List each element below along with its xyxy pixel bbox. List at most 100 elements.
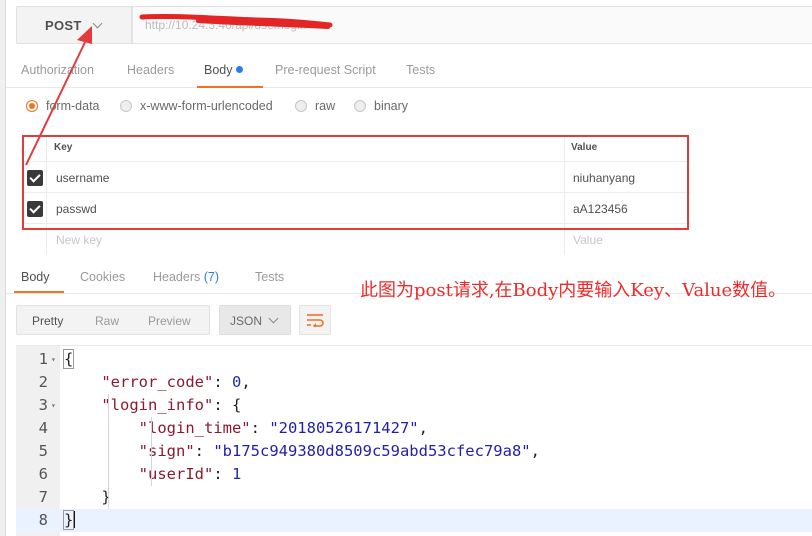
code-key: "sign": [138, 442, 195, 460]
fold-arrow-icon[interactable]: ▾: [51, 394, 56, 417]
view-preview-button[interactable]: Preview: [148, 314, 191, 328]
wrap-lines-icon: [307, 314, 324, 327]
response-tab-cookies[interactable]: Cookies: [80, 270, 125, 284]
new-key-input[interactable]: New key: [56, 233, 102, 247]
chevron-down-icon: [92, 18, 103, 28]
tab-tests[interactable]: Tests: [406, 63, 435, 77]
value-cell[interactable]: niuhanyang: [573, 171, 635, 185]
radio-off-icon: [120, 100, 132, 112]
key-cell[interactable]: username: [56, 171, 109, 185]
key-column-header: Key: [54, 142, 73, 153]
code-line-current: 8 }: [16, 509, 812, 532]
method-label: POST: [45, 17, 82, 33]
headers-count: (7): [203, 270, 220, 284]
indent-guide: [108, 394, 109, 509]
radio-on-icon: [26, 100, 38, 112]
radio-raw[interactable]: raw: [295, 99, 335, 113]
response-tab-body[interactable]: Body: [21, 270, 50, 284]
line-number: 2: [38, 373, 48, 391]
code-punct: {: [222, 396, 242, 414]
new-value-input[interactable]: Value: [573, 233, 603, 247]
table-header: Key Value: [22, 135, 690, 162]
params-table: Key Value username niuhanyang passwd aA1…: [22, 135, 690, 255]
format-label: JSON: [230, 314, 263, 328]
value-cell[interactable]: aA123456: [573, 202, 628, 216]
code-key: "userId": [138, 465, 214, 483]
response-tab-headers-label: Headers: [153, 270, 201, 284]
code-string: "20180526171427": [269, 419, 419, 437]
code-line: 6 "userId": 1: [16, 463, 812, 486]
request-tabs: Authorization Headers Body Pre-request S…: [6, 54, 812, 88]
code-text: "userId": 1: [138, 465, 242, 483]
code-punct: ,: [530, 442, 540, 460]
response-body-editor[interactable]: 1 ▾ { 2 "error_code": 0, 3 ▾ "login_info…: [16, 345, 812, 536]
code-number: 1: [231, 465, 242, 483]
table-row-new: New key Value: [22, 224, 690, 255]
code-brace: }: [101, 488, 111, 506]
radio-label: x-www-form-urlencoded: [140, 99, 273, 113]
view-pretty-button[interactable]: Pretty: [32, 314, 63, 328]
redaction-scribble: [139, 13, 333, 29]
radio-label: binary: [374, 99, 409, 113]
row-checkbox[interactable]: [27, 170, 43, 186]
line-number: 3: [38, 396, 48, 414]
code-line: 5 "sign": "b175c949380d8509c59abd53cfec7…: [16, 440, 812, 463]
key-cell[interactable]: passwd: [56, 202, 97, 216]
radio-off-icon: [295, 100, 307, 112]
view-raw-button[interactable]: Raw: [95, 314, 119, 328]
text-caret: [73, 511, 75, 528]
line-number: 1: [38, 350, 48, 368]
tab-body-label: Body: [204, 63, 233, 77]
radio-off-icon: [354, 100, 366, 112]
line-number: 4: [38, 419, 48, 437]
code-text: "sign": "b175c949380d8509c59abd53cfec79a…: [138, 442, 540, 460]
code-brace: {: [62, 349, 75, 369]
radio-label: form-data: [46, 99, 100, 113]
annotation-text: 此图为post请求,在Body内要输入Key、Value数值。: [360, 280, 787, 301]
code-key: "login_info": [101, 396, 214, 414]
value-column-header: Value: [571, 142, 598, 153]
table-row: username niuhanyang: [22, 162, 690, 193]
code-key: "error_code": [101, 373, 214, 391]
code-text: "login_info": {: [101, 396, 242, 414]
line-number: 8: [38, 511, 48, 529]
format-select[interactable]: JSON: [219, 305, 291, 335]
line-number: 5: [38, 442, 48, 460]
code-line: 4 "login_time": "20180526171427",: [16, 417, 812, 440]
tab-pre-request-script[interactable]: Pre-request Script: [275, 63, 376, 77]
code-text: "error_code": 0,: [101, 373, 251, 391]
code-text: {: [62, 348, 75, 371]
code-punct: ,: [241, 373, 251, 391]
line-number: 7: [38, 488, 48, 506]
code-key: "login_time": [138, 419, 251, 437]
chevron-down-icon: [268, 313, 279, 324]
fold-arrow-icon[interactable]: ▾: [51, 348, 56, 371]
tab-headers[interactable]: Headers: [127, 63, 174, 77]
response-tab-tests[interactable]: Tests: [255, 270, 284, 284]
indent-guide: [151, 417, 152, 486]
radio-form-data[interactable]: form-data: [26, 99, 100, 113]
code-line: 3 ▾ "login_info": {: [16, 394, 812, 417]
code-brace: }: [62, 510, 75, 530]
active-tab-indicator: [14, 291, 64, 293]
radio-label: raw: [315, 99, 336, 113]
row-checkbox[interactable]: [27, 201, 43, 217]
code-number: 0: [231, 373, 242, 391]
active-tab-indicator: [197, 86, 263, 88]
view-mode-group: Pretty Raw Preview: [16, 305, 210, 335]
tab-authorization[interactable]: Authorization: [21, 63, 94, 77]
wrap-lines-button[interactable]: [299, 305, 331, 335]
code-punct: ,: [418, 419, 428, 437]
code-text: "login_time": "20180526171427",: [138, 419, 428, 437]
modified-dot-icon: [235, 66, 243, 73]
code-text: }: [64, 486, 111, 509]
code-line: 1 ▾ {: [16, 348, 812, 371]
code-text: }: [62, 509, 75, 532]
tab-body[interactable]: Body: [204, 63, 243, 77]
code-line: 7 }: [16, 486, 812, 509]
method-select[interactable]: POST: [16, 6, 132, 44]
radio-x-www-form-urlencoded[interactable]: x-www-form-urlencoded: [120, 99, 273, 113]
radio-binary[interactable]: binary: [354, 99, 408, 113]
code-line: 2 "error_code": 0,: [16, 371, 812, 394]
response-tab-headers[interactable]: Headers (7): [153, 270, 219, 284]
